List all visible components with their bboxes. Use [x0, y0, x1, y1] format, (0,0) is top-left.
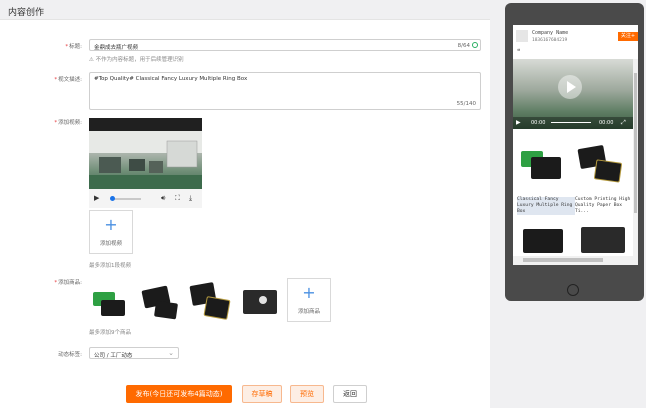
scroll-thumb[interactable]	[634, 73, 637, 213]
download-icon[interactable]: ⤓	[189, 194, 192, 203]
tag-select[interactable]: 公司 / 工厂动态 ⌄	[89, 347, 179, 359]
video-player[interactable]: ▶ 🔊︎ ⛶ ⤓	[89, 118, 202, 208]
company-logo	[516, 30, 528, 42]
video-hint: 最多添加1段视频	[89, 263, 131, 269]
preview-product-2[interactable]: Custom Printing High Quality Paper Box T…	[575, 133, 633, 214]
product-thumb-4[interactable]	[239, 280, 283, 324]
progress-knob[interactable]	[110, 196, 115, 201]
volume-icon[interactable]: 🔊︎	[161, 194, 165, 203]
video-label: *添加视频:	[54, 120, 82, 126]
preview-product-3[interactable]	[517, 221, 573, 255]
factory-scene	[89, 131, 202, 189]
add-video-label: 添加视频	[99, 241, 122, 247]
tag-label: 动态标签:	[58, 352, 82, 358]
save-draft-button[interactable]: 存草稿	[242, 385, 282, 403]
title-input[interactable]: 金鼎成去瓶广视频 8/64	[89, 39, 481, 51]
hscroll-thumb[interactable]	[523, 258, 603, 262]
fullscreen-icon[interactable]: ⛶	[175, 194, 180, 203]
video-progress[interactable]	[110, 196, 141, 201]
chevron-down-icon: ⌄	[168, 349, 174, 357]
home-button[interactable]	[567, 284, 579, 296]
product-thumb-3[interactable]	[189, 280, 233, 324]
description-label: *视文描述:	[54, 77, 82, 83]
products-hint: 最多添加9个商品	[89, 330, 131, 336]
plus-icon: +	[104, 215, 118, 234]
product-caption-1: Classical Fancy Luxury Multiple Ring Box	[517, 197, 575, 215]
preview-button[interactable]: 预览	[290, 385, 324, 403]
title-value: 金鼎成去瓶广视频	[94, 45, 139, 51]
company-header: Company Name 1836167604219 关注+	[513, 28, 638, 46]
phone-screen: Company Name 1836167604219 关注+ ❝ ▶ 00:00…	[513, 25, 638, 265]
quote-icon: ❝	[517, 48, 521, 55]
page-title: 内容创作	[8, 8, 45, 18]
title-counter: 8/64	[457, 43, 470, 49]
play-icon[interactable]: ▶	[516, 119, 521, 126]
back-button[interactable]: 返回	[333, 385, 367, 403]
preview-product-4[interactable]	[575, 221, 633, 255]
content-creation-panel: 内容创作 *标题: 金鼎成去瓶广视频 8/64 ⚠ 不作为内容标题，用于后续管理…	[0, 0, 490, 408]
tag-value: 公司 / 工厂动态	[94, 353, 133, 359]
company-name: Company Name	[532, 30, 569, 36]
add-product-button[interactable]: + 添加商品	[287, 278, 331, 322]
company-id: 1836167604219	[532, 38, 568, 43]
vertical-scrollbar[interactable]	[633, 59, 638, 265]
preview-progress[interactable]	[551, 122, 591, 123]
preview-product-1[interactable]: Classical Fancy Luxury Multiple Ring Box	[517, 133, 575, 215]
current-time: 00:00	[531, 120, 546, 126]
horizontal-scrollbar[interactable]	[513, 256, 633, 265]
description-value: #Top Quality# Classical Fancy Luxury Mul…	[94, 76, 248, 82]
preview-video-controls: ▶ 00:00 00:00 ⤢	[513, 117, 633, 129]
product-caption-2: Custom Printing High Quality Paper Box T…	[575, 197, 631, 214]
video-controls: ▶ 🔊︎ ⛶ ⤓	[89, 189, 202, 208]
panel-header: 内容创作	[0, 0, 490, 20]
check-icon	[472, 42, 478, 48]
title-label: *标题:	[65, 44, 82, 50]
add-video-button[interactable]: + 添加视频	[89, 210, 133, 254]
product-thumb-1[interactable]	[89, 280, 133, 324]
preview-video[interactable]: ▶ 00:00 00:00 ⤢	[513, 59, 633, 129]
total-time: 00:00	[599, 120, 614, 126]
phone-preview: Company Name 1836167604219 关注+ ❝ ▶ 00:00…	[505, 3, 644, 301]
play-icon[interactable]: ▶	[94, 194, 99, 202]
description-counter: 55/140	[456, 101, 476, 107]
play-icon[interactable]	[558, 75, 582, 99]
fullscreen-icon[interactable]: ⤢	[621, 119, 626, 127]
description-textarea[interactable]: #Top Quality# Classical Fancy Luxury Mul…	[89, 72, 481, 110]
follow-button[interactable]: 关注+	[618, 32, 638, 41]
plus-icon: +	[302, 283, 316, 302]
publish-button[interactable]: 发布(今日还可发布4篇动态)	[126, 385, 232, 403]
add-product-label: 添加商品	[297, 309, 320, 315]
products-label: *添加商品:	[54, 280, 82, 286]
product-thumb-2[interactable]	[139, 280, 183, 324]
video-frame	[89, 131, 202, 189]
title-hint: ⚠ 不作为内容标题，用于后续管理识别	[89, 57, 184, 63]
